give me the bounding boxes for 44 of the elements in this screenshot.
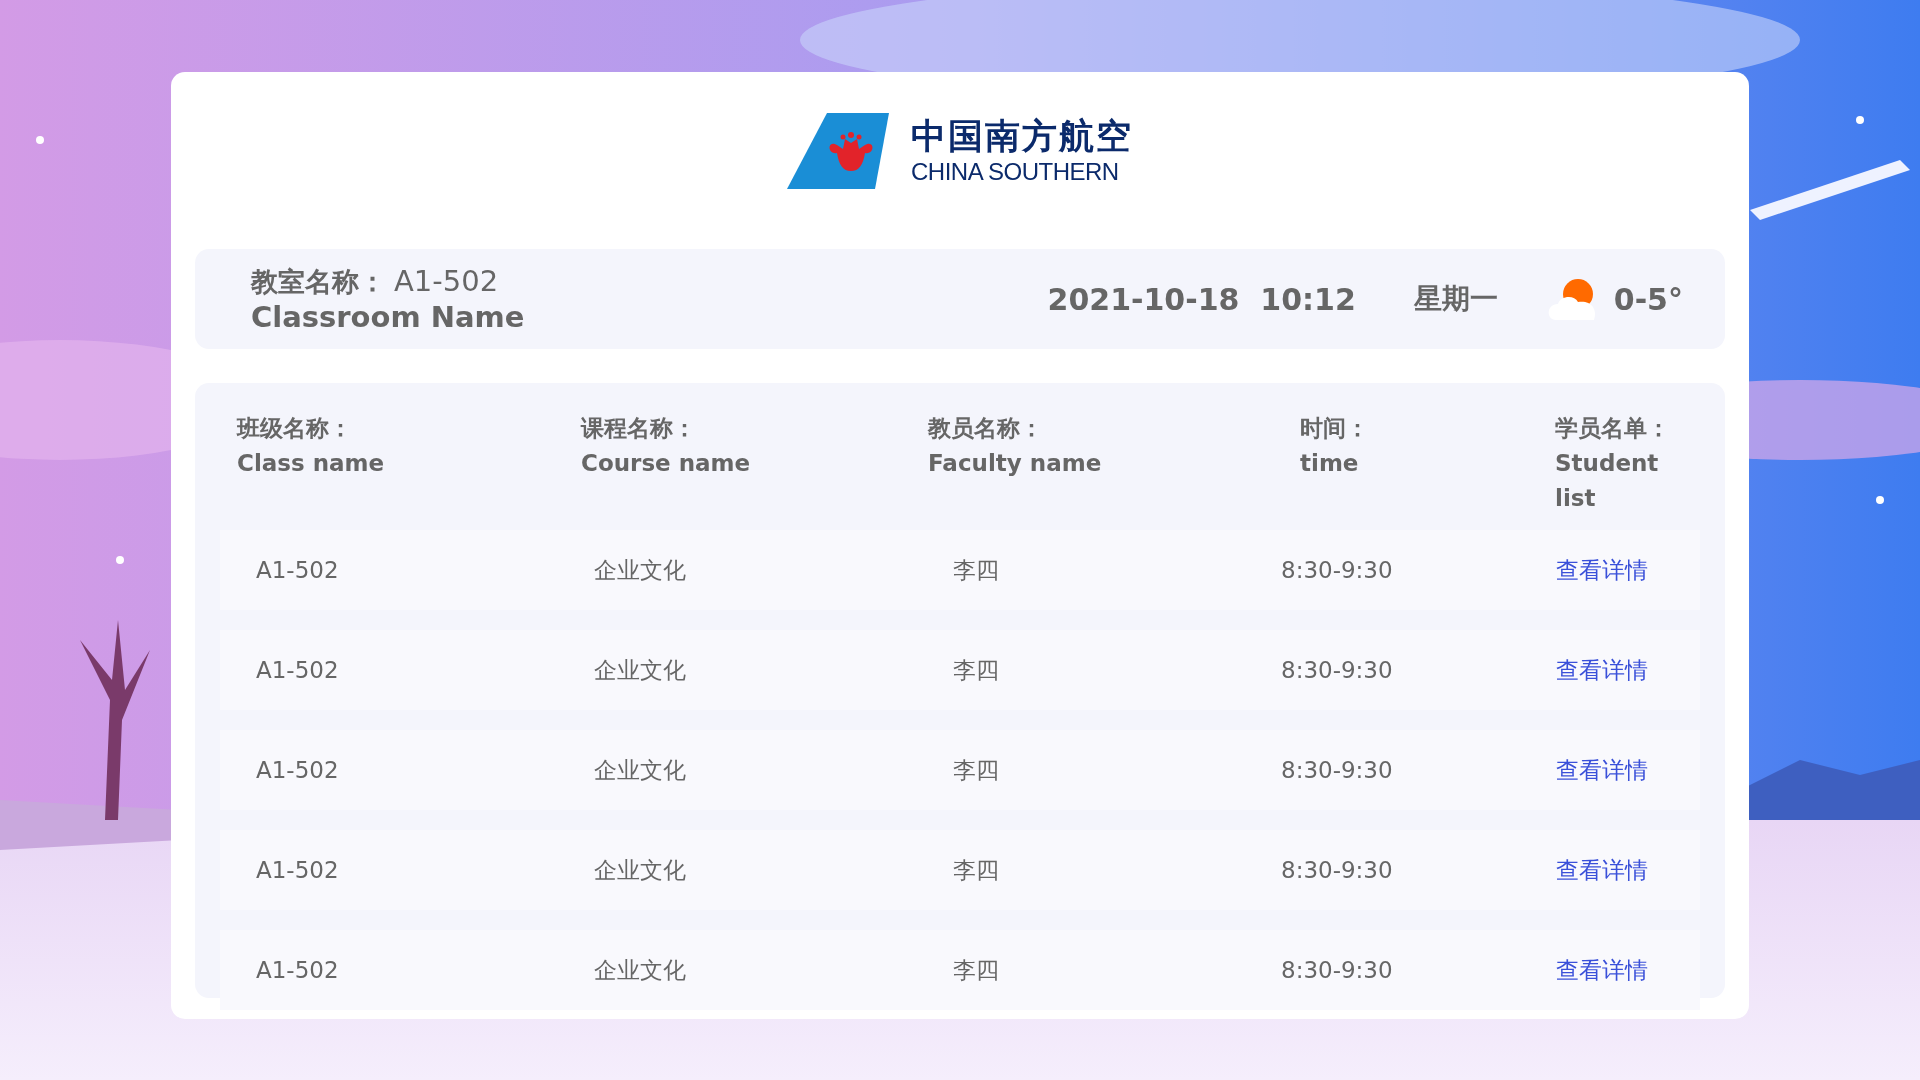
- column-header-english: Course name: [581, 449, 752, 478]
- details-link[interactable]: 查看详情: [1556, 852, 1648, 888]
- column-header: 课程名称：: [581, 414, 697, 443]
- column-header-english: Student list: [1555, 449, 1660, 513]
- table-cell: 企业文化: [594, 656, 686, 683]
- details-link[interactable]: 查看详情: [1556, 652, 1648, 688]
- logo-english-name: CHINA SOUTHERN: [911, 159, 1120, 184]
- column-header: 班级名称：: [237, 414, 353, 443]
- details-link[interactable]: 查看详情: [1556, 752, 1648, 788]
- details-link[interactable]: 查看详情: [1556, 552, 1648, 588]
- table-cell: 8:30-9:30: [1281, 856, 1393, 883]
- table-cell: A1-502: [256, 656, 339, 683]
- table-cell: 李四: [953, 956, 999, 983]
- table-cell: 8:30-9:30: [1281, 956, 1393, 983]
- table-cell: 企业文化: [594, 556, 686, 583]
- column-header: 学员名单：: [1555, 414, 1671, 443]
- table-cell: 企业文化: [594, 856, 686, 883]
- column-header: 教员名称：: [928, 414, 1044, 443]
- airline-logo-icon: [787, 113, 889, 189]
- table-cell: A1-502: [256, 856, 339, 883]
- table-cell: 李四: [953, 556, 999, 583]
- table-cell: 8:30-9:30: [1281, 756, 1393, 783]
- weekday: 星期一: [1413, 281, 1498, 317]
- table-cell: A1-502: [256, 956, 339, 983]
- date-time: 2021-10-18 10:12: [1047, 280, 1356, 319]
- table-cell: 8:30-9:30: [1281, 556, 1393, 583]
- temperature: 0-5°: [1613, 280, 1683, 319]
- column-header-english: Class name: [237, 449, 386, 478]
- details-link[interactable]: 查看详情: [1556, 952, 1648, 988]
- logo-chinese-name: 中国南方航空: [911, 118, 1133, 154]
- table-cell: A1-502: [256, 556, 339, 583]
- table-cell: 企业文化: [594, 756, 686, 783]
- column-header: 时间：: [1300, 414, 1370, 443]
- classroom-label: 教室名称：: [251, 264, 386, 299]
- table-cell: 李四: [953, 856, 999, 883]
- classroom-label-english: Classroom Name: [251, 299, 525, 336]
- column-header-english: Faculty name: [928, 449, 1103, 478]
- table-cell: 李四: [953, 656, 999, 683]
- table-cell: 企业文化: [594, 956, 686, 983]
- classroom-value: A1-502: [394, 262, 499, 299]
- table-cell: 8:30-9:30: [1281, 656, 1393, 683]
- table-cell: A1-502: [256, 756, 339, 783]
- column-header-english: time: [1300, 449, 1360, 478]
- table-cell: 李四: [953, 756, 999, 783]
